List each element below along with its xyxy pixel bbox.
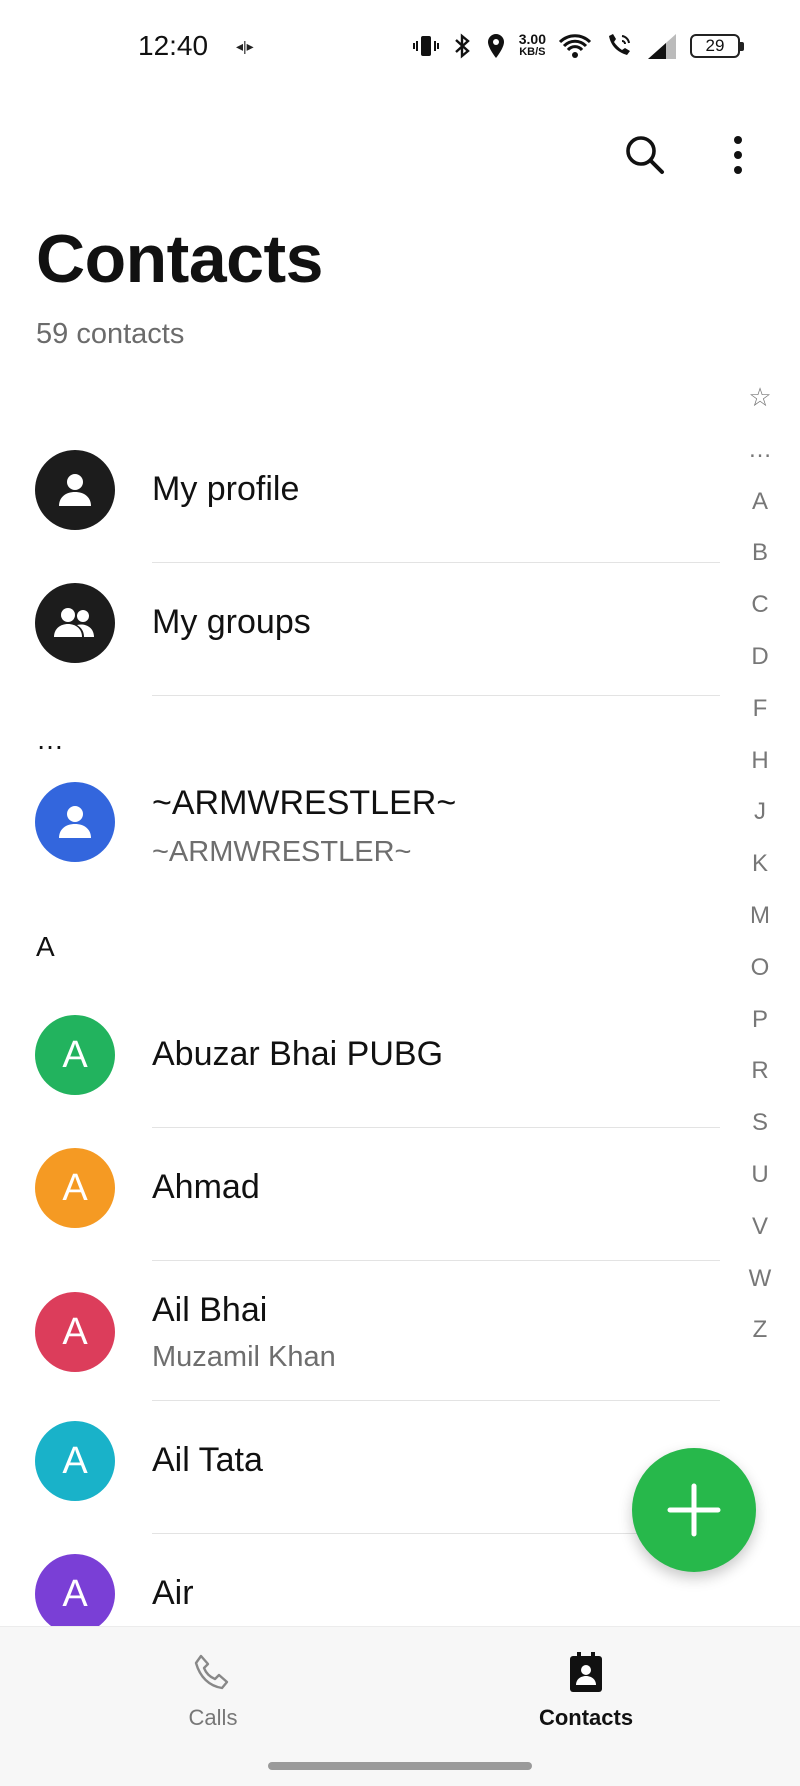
contact-name: Air: [152, 1574, 194, 1612]
network-speed-unit: KB/S: [519, 46, 546, 58]
contact-avatar: [35, 782, 115, 862]
tab-calls-label: Calls: [188, 1705, 238, 1730]
index-letter[interactable]: ☆: [748, 372, 771, 424]
add-icon: [667, 1483, 721, 1537]
index-letter[interactable]: D: [751, 631, 768, 683]
index-letter[interactable]: V: [752, 1201, 768, 1253]
status-bar: 12:40 ◂|▸ 3.00 KB/S 29: [0, 0, 800, 92]
vibrate-icon: [412, 36, 439, 56]
index-letter[interactable]: W: [749, 1253, 772, 1305]
contact-name: Ail Bhai: [152, 1291, 268, 1329]
search-button[interactable]: [620, 130, 670, 180]
person-icon: [59, 474, 91, 506]
search-icon: [626, 136, 664, 174]
index-letter[interactable]: F: [753, 683, 768, 735]
index-letter[interactable]: B: [752, 527, 768, 579]
my-groups-item[interactable]: My groups: [0, 563, 740, 696]
index-letter[interactable]: H: [751, 735, 768, 787]
index-letter[interactable]: O: [751, 942, 770, 994]
app-bar: [0, 120, 800, 190]
index-letter[interactable]: A: [752, 476, 768, 528]
contact-count: 59 contacts: [36, 318, 185, 350]
contact-row[interactable]: A Abuzar Bhai PUBG: [0, 995, 740, 1128]
index-letter[interactable]: K: [752, 838, 768, 890]
contact-list: My profile My groups … ~ARMWRESTLER~ ~AR…: [0, 430, 740, 1667]
index-letter[interactable]: …: [748, 424, 772, 476]
contacts-book-icon: [570, 1652, 602, 1692]
group-icon: [54, 608, 94, 637]
signal-icon: [648, 34, 676, 59]
contact-avatar: A: [35, 1015, 115, 1095]
contact-subtitle: ~ARMWRESTLER~: [152, 836, 412, 868]
home-indicator[interactable]: [268, 1762, 532, 1770]
tab-calls[interactable]: Calls: [113, 1651, 313, 1751]
page-title: Contacts: [36, 221, 323, 297]
add-contact-button[interactable]: [632, 1448, 756, 1572]
media-icon: ◂|▸: [236, 38, 254, 54]
contact-avatar: A: [35, 1421, 115, 1501]
more-options-button[interactable]: [720, 130, 756, 180]
contact-row[interactable]: A Ail Bhai Muzamil Khan: [0, 1261, 740, 1401]
index-letter[interactable]: Z: [753, 1304, 768, 1356]
tab-contacts-label: Contacts: [538, 1705, 634, 1730]
contact-avatar: A: [35, 1292, 115, 1372]
person-icon: [59, 806, 91, 838]
index-letter[interactable]: P: [752, 994, 768, 1046]
index-letter[interactable]: C: [751, 579, 768, 631]
index-letter[interactable]: S: [752, 1097, 768, 1149]
section-header-label: …: [36, 724, 64, 755]
contact-row[interactable]: A Ail Tata: [0, 1401, 740, 1534]
my-profile-item[interactable]: My profile: [0, 430, 740, 563]
section-header-label: A: [36, 931, 55, 962]
index-letter[interactable]: U: [751, 1149, 768, 1201]
battery-indicator: 29: [690, 34, 744, 58]
tab-contacts[interactable]: Contacts: [486, 1651, 686, 1751]
contact-row[interactable]: A Ahmad: [0, 1128, 740, 1261]
wifi-call-icon: [609, 34, 630, 55]
more-options-icon: [734, 136, 742, 174]
network-speed: 3.00 KB/S: [518, 31, 546, 59]
network-speed-value: 3.00: [518, 31, 546, 47]
bluetooth-icon: [454, 33, 470, 59]
phone-icon: [194, 1654, 229, 1690]
contact-avatar: A: [35, 1148, 115, 1228]
wifi-icon: [558, 34, 592, 58]
location-icon: [487, 34, 504, 58]
my-groups-label: My groups: [152, 603, 311, 641]
section-header: …: [0, 696, 740, 774]
index-letter[interactable]: J: [754, 786, 766, 838]
my-profile-label: My profile: [152, 470, 300, 508]
status-icons: 3.00 KB/S 29: [412, 24, 744, 68]
section-header: A: [0, 907, 740, 995]
alphabet-index[interactable]: ☆… A B C D F H J K M O P R S U V W Z: [735, 372, 785, 1356]
contact-avatar: A: [35, 1554, 115, 1634]
contact-name: Abuzar Bhai PUBG: [152, 1035, 444, 1073]
groups-avatar: [35, 583, 115, 663]
contact-subtitle: Muzamil Khan: [152, 1341, 336, 1373]
profile-avatar: [35, 450, 115, 530]
contact-row[interactable]: ~ARMWRESTLER~ ~ARMWRESTLER~: [0, 774, 740, 907]
contact-name: Ail Tata: [152, 1441, 263, 1479]
index-letter[interactable]: R: [751, 1045, 768, 1097]
contact-name: Ahmad: [152, 1168, 260, 1206]
status-time: 12:40: [138, 30, 209, 61]
contact-name: ~ARMWRESTLER~: [152, 784, 457, 822]
index-letter[interactable]: M: [750, 890, 770, 942]
